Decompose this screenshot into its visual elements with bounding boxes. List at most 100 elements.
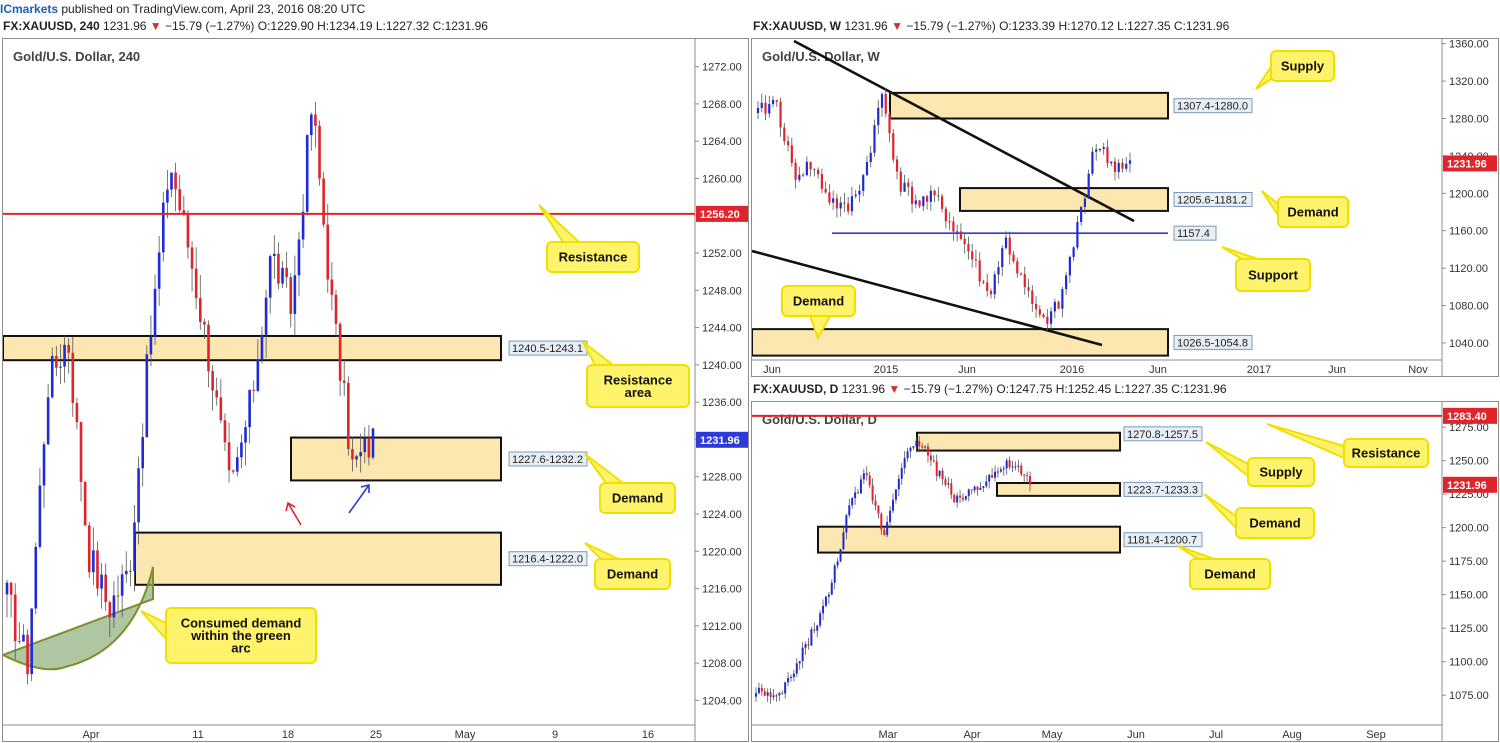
candle-body xyxy=(124,570,128,575)
candle-body xyxy=(795,663,798,674)
candle-body xyxy=(854,194,857,197)
candle-body xyxy=(918,200,921,207)
candle-body xyxy=(42,444,46,486)
candle-body xyxy=(30,608,33,675)
candle-body xyxy=(120,574,124,596)
down-arrow-icon: ▼ xyxy=(888,382,901,396)
candle-body xyxy=(203,321,206,325)
candle-body xyxy=(1121,162,1124,169)
chart-daily[interactable]: 1275.001250.001225.001200.001175.001150.… xyxy=(752,402,1498,741)
candle-body xyxy=(1125,163,1128,169)
candle-body xyxy=(757,687,760,694)
candle-body xyxy=(900,468,903,479)
resistance-price-tag: 1283.40 xyxy=(1447,411,1487,423)
time-tick-label: Aug xyxy=(1282,729,1302,741)
candle-body xyxy=(13,594,17,642)
candle-body xyxy=(764,102,767,114)
candle-body xyxy=(884,93,887,114)
candle-body xyxy=(186,213,190,248)
callout-demand-upper: Demand xyxy=(584,453,676,514)
candle-body xyxy=(868,475,871,486)
candle-body xyxy=(198,298,202,322)
symbol-label: FX:XAUUSD, 240 xyxy=(3,19,100,33)
price-tick-label: 1120.00 xyxy=(1449,263,1488,275)
candle-body xyxy=(75,402,79,423)
candle-body xyxy=(915,440,918,447)
candle-body xyxy=(1087,173,1090,199)
candle-body xyxy=(363,438,367,453)
zone-label: 1227.6-1232.2 xyxy=(512,454,583,466)
candle-body xyxy=(820,174,823,189)
candle-body xyxy=(231,470,235,472)
candle-body xyxy=(161,202,165,253)
callout-supply: Supply xyxy=(1205,441,1315,487)
candle-body xyxy=(851,498,854,506)
callout-text: Demand xyxy=(1249,516,1300,531)
candle-body xyxy=(104,574,107,603)
zone-demand xyxy=(996,482,1121,497)
candle-body xyxy=(166,189,169,203)
price-tick-label: 1236.00 xyxy=(702,397,742,409)
blue-arrow-icon xyxy=(348,484,370,514)
chart-weekly[interactable]: 1360.001320.001280.001240.001200.001160.… xyxy=(752,39,1498,376)
chart-daily-panel[interactable]: 1275.00 1250.00 1225.00 1200.00 1175.00 1150.… xyxy=(751,401,1499,742)
candle-body xyxy=(899,171,902,192)
zone-demand-bottom xyxy=(817,525,1121,554)
candle-body xyxy=(956,231,959,233)
zone-demand-upper xyxy=(290,436,502,482)
candle-body xyxy=(839,202,842,209)
candle-body xyxy=(1008,460,1011,468)
candle-body xyxy=(766,692,769,696)
candle-body xyxy=(1027,287,1030,291)
callout-resistance-area: Resistancearea xyxy=(582,341,690,408)
candle-body xyxy=(1091,151,1094,174)
candle-body xyxy=(100,574,103,589)
candle-body xyxy=(926,446,929,456)
candle-body xyxy=(986,282,989,291)
candle-body xyxy=(763,691,766,696)
candle-body xyxy=(888,113,891,134)
candle-body xyxy=(880,513,883,530)
change-label: −15.79 (−1.27%) xyxy=(903,382,994,396)
price-tick-label: 1200.00 xyxy=(1449,188,1489,200)
candle-body xyxy=(371,428,375,458)
candle-body xyxy=(921,446,924,448)
symbol-label: FX:XAUUSD, D xyxy=(753,382,839,396)
brand-name[interactable]: ICmarkets xyxy=(0,2,58,16)
candle-body xyxy=(848,505,851,516)
candle-body xyxy=(922,196,925,207)
candle-body xyxy=(897,478,900,490)
candle-body xyxy=(116,595,120,597)
candle-body xyxy=(9,582,13,595)
candle-body xyxy=(355,456,358,460)
candle-body xyxy=(982,281,985,283)
candle-body xyxy=(153,288,157,337)
resistance-price-tag: 1256.20 xyxy=(700,209,740,221)
callout-consumed-demand: Consumed demandwithin the greenarc xyxy=(140,607,317,664)
price-tick-label: 1080.00 xyxy=(1449,301,1489,313)
candle-body xyxy=(1038,309,1041,315)
header-240: FX:XAUUSD, 240 1231.96 ▼ −15.79 (−1.27%)… xyxy=(3,17,488,36)
candle-body xyxy=(1014,466,1017,468)
callout-pointer xyxy=(1203,493,1237,531)
candle-body xyxy=(268,256,272,298)
candle-body xyxy=(824,596,827,606)
candle-body xyxy=(67,344,70,353)
candle-body xyxy=(819,613,822,626)
candle-body xyxy=(967,489,970,497)
chart-240[interactable]: 1272.001268.001264.001260.001256.001252.… xyxy=(3,39,748,741)
candle-body xyxy=(157,252,161,289)
chart-240-panel[interactable]: 1272.001268.001264.001260.001256.001252.… xyxy=(2,38,749,742)
price-tick-label: 1244.00 xyxy=(702,323,742,335)
price-tick-label: 1248.00 xyxy=(702,285,742,297)
chart-weekly-panel[interactable]: 1360.001320.001280.001240.001200.001160.… xyxy=(751,38,1499,377)
candle-body xyxy=(190,247,194,269)
callout-demand-lower: Demand xyxy=(584,542,671,590)
candle-body xyxy=(991,474,994,478)
candle-body xyxy=(839,549,842,562)
candle-body xyxy=(1031,290,1034,305)
candle-body xyxy=(874,500,877,506)
candle-body xyxy=(778,693,781,696)
candle-body xyxy=(894,489,897,500)
candle-body xyxy=(804,644,807,648)
